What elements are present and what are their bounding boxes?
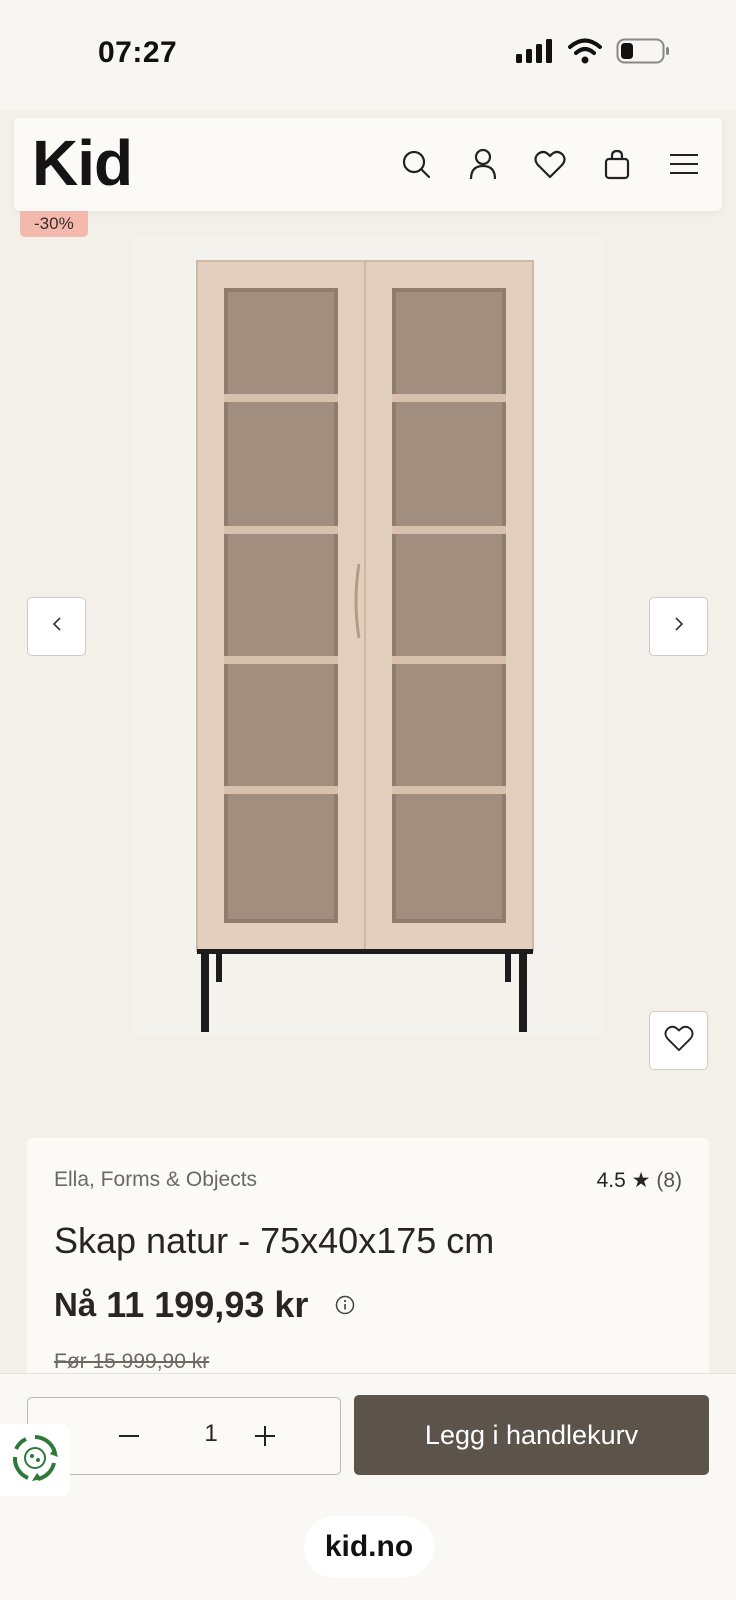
cabinet-illustration: [196, 260, 534, 1032]
site-header: Kid: [14, 118, 722, 211]
chevron-left-icon: [51, 616, 63, 637]
cellular-signal-icon: [516, 39, 554, 68]
status-time: 07:27: [98, 36, 178, 69]
search-icon[interactable]: [398, 146, 434, 182]
discount-badge: -30%: [20, 211, 88, 237]
info-icon[interactable]: [334, 1294, 356, 1316]
status-icons: [516, 38, 670, 69]
product-gallery: -30%: [0, 211, 736, 1091]
chevron-right-icon: [673, 616, 685, 637]
rating-value: 4.5: [596, 1169, 626, 1192]
heart-icon[interactable]: [532, 146, 568, 182]
quantity-stepper: 1: [27, 1397, 341, 1475]
battery-icon: [616, 38, 670, 69]
header-icons: [398, 146, 702, 182]
heart-icon: [664, 1024, 694, 1057]
kid-logo[interactable]: Kid: [32, 128, 133, 199]
quantity-value[interactable]: 1: [191, 1420, 231, 1448]
old-price: Før 15 999,90 kr: [54, 1350, 210, 1373]
status-bar: 07:27: [0, 0, 736, 110]
gallery-prev-button[interactable]: [27, 597, 86, 656]
product-info-card: Ella, Forms & Objects 4.5 ★ (8) Skap nat…: [27, 1138, 709, 1398]
product-rating[interactable]: 4.5 ★ (8): [597, 1168, 682, 1193]
recycle-badge[interactable]: [0, 1424, 70, 1496]
recycle-icon: [10, 1433, 60, 1488]
browser-url-pill[interactable]: kid.no: [304, 1516, 434, 1578]
bottom-action-bar: 1 Legg i handlekurv kid.no: [0, 1373, 736, 1600]
bag-icon[interactable]: [599, 146, 635, 182]
product-image[interactable]: [133, 236, 603, 1036]
star-icon: ★: [631, 1169, 651, 1192]
current-price: 11 199,93 kr: [106, 1284, 309, 1325]
price-prefix: Nå: [54, 1286, 97, 1323]
product-brand[interactable]: Ella, Forms & Objects: [54, 1168, 257, 1192]
wifi-icon: [568, 38, 602, 69]
account-icon[interactable]: [465, 146, 501, 182]
quantity-decrease-button[interactable]: [108, 1415, 150, 1457]
menu-icon[interactable]: [666, 146, 702, 182]
add-to-cart-button[interactable]: Legg i handlekurv: [354, 1395, 709, 1475]
add-to-favorites-button[interactable]: [649, 1011, 708, 1070]
price-row: Nå 11 199,93 kr: [54, 1284, 356, 1326]
gallery-next-button[interactable]: [649, 597, 708, 656]
rating-count: (8): [656, 1169, 682, 1192]
quantity-increase-button[interactable]: [244, 1415, 286, 1457]
product-title: Skap natur - 75x40x175 cm: [54, 1220, 495, 1261]
